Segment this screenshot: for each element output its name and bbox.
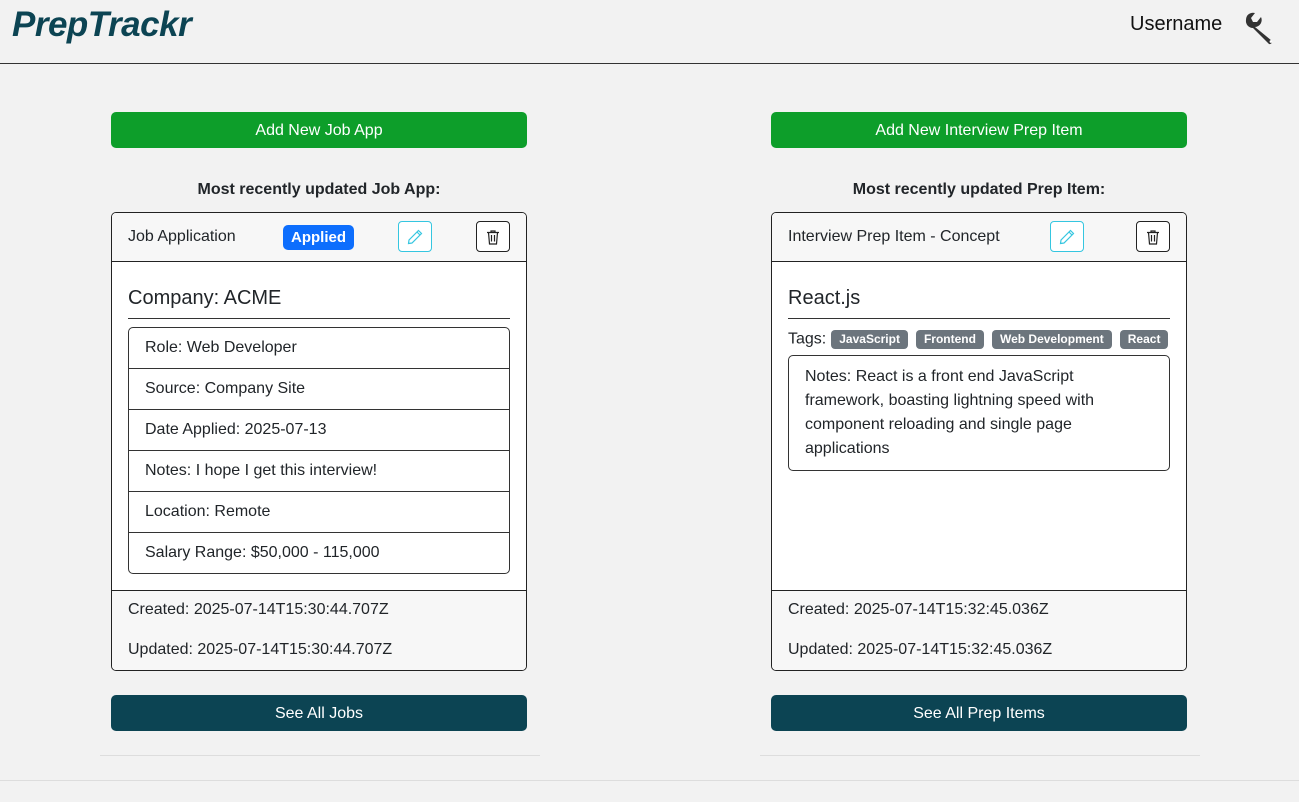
job-card-type: Job Application xyxy=(128,228,236,245)
prep-created: Created: 2025-07-14T15:32:45.036Z xyxy=(788,601,1049,618)
delete-job-button[interactable] xyxy=(476,221,510,252)
pencil-icon xyxy=(407,229,423,245)
see-all-jobs-button[interactable]: See All Jobs xyxy=(111,695,527,731)
job-card: Job Application Applied Company: ACME Ro… xyxy=(111,212,527,671)
detail-source: Source: Company Site xyxy=(129,369,509,410)
prep-recent-title: Most recently updated Prep Item: xyxy=(852,181,1106,198)
tags-row: Tags: JavaScript Frontend Web Development Re… xyxy=(788,330,1169,350)
job-card-footer: Created: 2025-07-14T15:30:44.707Z Update… xyxy=(112,590,526,670)
job-card-body: Company: ACME Role: Web Developer Source… xyxy=(112,262,526,590)
job-card-header: Job Application Applied xyxy=(112,213,526,262)
job-created: Created: 2025-07-14T15:30:44.707Z xyxy=(128,601,389,618)
detail-date-applied: Date Applied: 2025-07-13 xyxy=(129,410,509,451)
prep-column: Add New Interview Prep Item Most recentl… xyxy=(771,112,1187,731)
prep-card: Interview Prep Item - Concept React.js T… xyxy=(771,212,1187,671)
add-prep-item-button[interactable]: Add New Interview Prep Item xyxy=(771,112,1187,148)
prep-updated: Updated: 2025-07-14T15:32:45.036Z xyxy=(788,641,1053,658)
tag-badge: React xyxy=(1119,330,1169,349)
trash-icon xyxy=(487,230,499,245)
page-divider xyxy=(0,780,1299,781)
prep-card-header: Interview Prep Item - Concept xyxy=(772,213,1186,262)
job-column: Add New Job App Most recently updated Jo… xyxy=(111,112,527,731)
job-recent-title: Most recently updated Job App: xyxy=(197,181,441,198)
tag-badge: JavaScript xyxy=(831,330,908,349)
company-title: Company: ACME xyxy=(128,287,510,319)
job-updated: Updated: 2025-07-14T15:30:44.707Z xyxy=(128,641,393,658)
column-divider xyxy=(100,755,540,756)
wrench-icon[interactable] xyxy=(1242,10,1278,46)
edit-prep-button[interactable] xyxy=(1050,221,1084,252)
detail-role: Role: Web Developer xyxy=(129,328,509,369)
column-divider xyxy=(760,755,1200,756)
detail-notes: Notes: I hope I get this interview! xyxy=(129,451,509,492)
tags-label: Tags: xyxy=(788,330,827,348)
prep-card-footer: Created: 2025-07-14T15:32:45.036Z Update… xyxy=(772,590,1186,670)
prep-card-body: React.js Tags: JavaScript Frontend Web Deve… xyxy=(772,262,1186,590)
pencil-icon xyxy=(1059,229,1075,245)
detail-salary: Salary Range: $50,000 - 115,000 xyxy=(145,544,380,561)
prep-title: React.js xyxy=(788,287,1170,319)
tag-badge: Frontend xyxy=(915,330,984,349)
job-details-list: Role: Web Developer Source: Company Site… xyxy=(128,327,510,574)
tag-badge: Web Development xyxy=(991,330,1112,349)
trash-icon xyxy=(1147,230,1159,245)
app-header: PrepTrackr Username xyxy=(0,0,1299,64)
prep-card-type: Interview Prep Item - Concept xyxy=(788,228,1000,245)
brand-logo[interactable]: PrepTrackr xyxy=(12,5,192,45)
detail-location: Location: Remote xyxy=(129,492,509,533)
edit-job-button[interactable] xyxy=(398,221,432,252)
add-job-app-button[interactable]: Add New Job App xyxy=(111,112,527,148)
prep-notes: Notes: React is a front end JavaScript f… xyxy=(788,355,1170,471)
delete-prep-button[interactable] xyxy=(1136,221,1170,252)
see-all-prep-button[interactable]: See All Prep Items xyxy=(771,695,1187,731)
username-label[interactable]: Username xyxy=(1130,13,1222,36)
status-badge: Applied xyxy=(283,225,354,250)
